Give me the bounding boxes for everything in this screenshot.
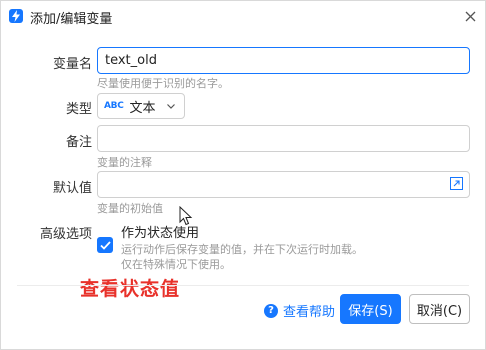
add-edit-variable-dialog: 添加/编辑变量 变量名 text_old 尽量使用便于识别的名字。 类型 ABC… (0, 0, 486, 350)
help-link-label: 查看帮助 (283, 305, 336, 320)
check-icon (99, 240, 111, 250)
remark-hint: 变量的注释 (97, 156, 152, 169)
default-value-input[interactable] (97, 171, 470, 198)
mouse-pointer-icon (179, 206, 193, 226)
state-description-line2: 仅在特殊情况下使用。 (121, 258, 231, 271)
help-link[interactable]: ? 查看帮助 (264, 301, 335, 320)
variable-name-hint: 尽量使用便于识别的名字。 (97, 77, 229, 90)
cancel-button[interactable]: 取消(C) (409, 294, 470, 324)
close-button[interactable] (461, 7, 479, 25)
use-as-state-checkbox[interactable] (97, 237, 113, 253)
question-icon: ? (264, 303, 278, 318)
chevron-down-icon (167, 104, 175, 109)
remark-label: 备注 (65, 135, 92, 150)
app-lightning-icon (9, 9, 23, 23)
dialog-title: 添加/编辑变量 (30, 12, 113, 27)
type-value: 文本 (129, 100, 156, 116)
annotation-text: 查看状态值 (80, 278, 181, 300)
default-value-label: 默认值 (52, 181, 92, 196)
type-label: 类型 (65, 102, 92, 117)
title-bar: 添加/编辑变量 (1, 1, 485, 31)
close-icon (465, 11, 475, 21)
type-select[interactable]: ABC 文本 (97, 93, 185, 119)
text-type-icon: ABC (104, 101, 124, 111)
advanced-options-label: 高级选项 (39, 227, 92, 242)
state-description-line1: 运行动作后保存变量的值，并在下次运行时加载。 (121, 243, 363, 256)
save-button[interactable]: 保存(S) (340, 294, 401, 324)
variable-name-input[interactable]: text_old (97, 47, 470, 74)
remark-input[interactable] (97, 125, 470, 152)
variable-name-label: 变量名 (52, 57, 92, 72)
expand-editor-icon[interactable] (450, 177, 463, 190)
footer-divider (17, 285, 469, 286)
default-value-hint: 变量的初始值 (97, 202, 163, 215)
